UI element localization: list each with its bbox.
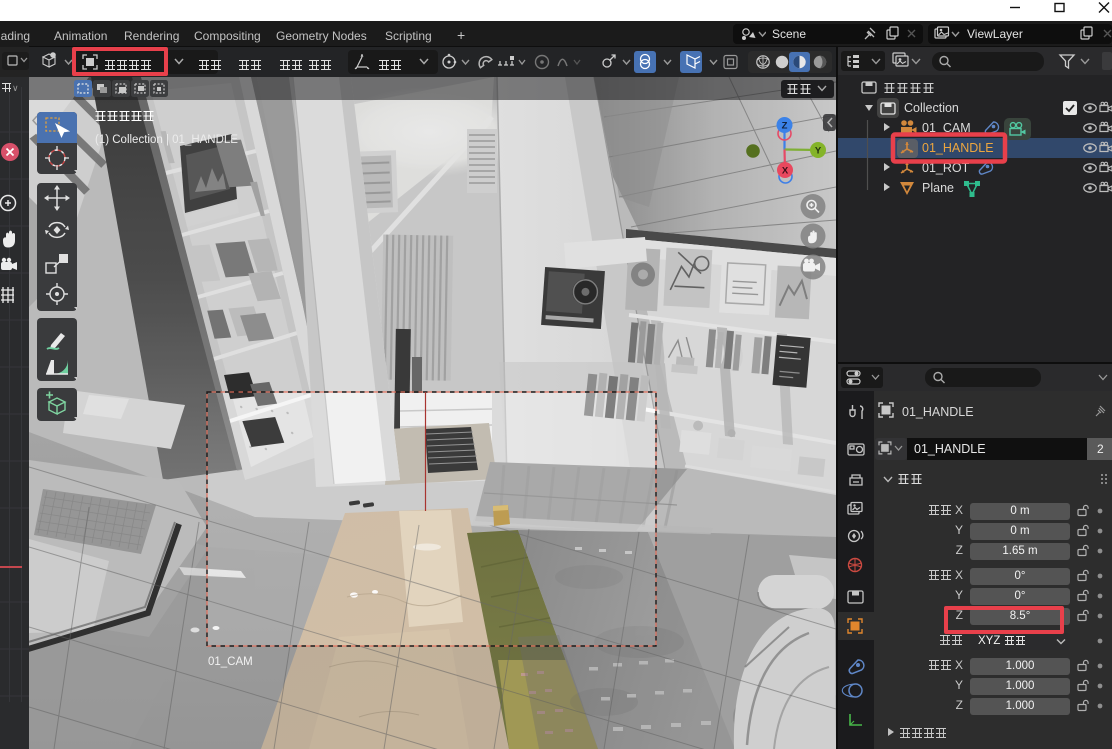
svg-text:(1) Collection | 01_HANDLE: (1) Collection | 01_HANDLE xyxy=(95,134,238,146)
svg-text:01_HANDLE: 01_HANDLE xyxy=(914,442,986,456)
svg-text:Y: Y xyxy=(815,145,822,156)
svg-text:01_CAM: 01_CAM xyxy=(208,656,253,668)
svg-text:01_HANDLE: 01_HANDLE xyxy=(922,141,994,155)
svg-text:Plane: Plane xyxy=(922,181,954,195)
svg-text:Z: Z xyxy=(782,120,788,131)
svg-text:01_HANDLE: 01_HANDLE xyxy=(902,405,974,419)
svg-text:X: X xyxy=(782,165,789,176)
svg-text:Collection: Collection xyxy=(904,101,959,115)
svg-text:2: 2 xyxy=(1097,442,1104,456)
